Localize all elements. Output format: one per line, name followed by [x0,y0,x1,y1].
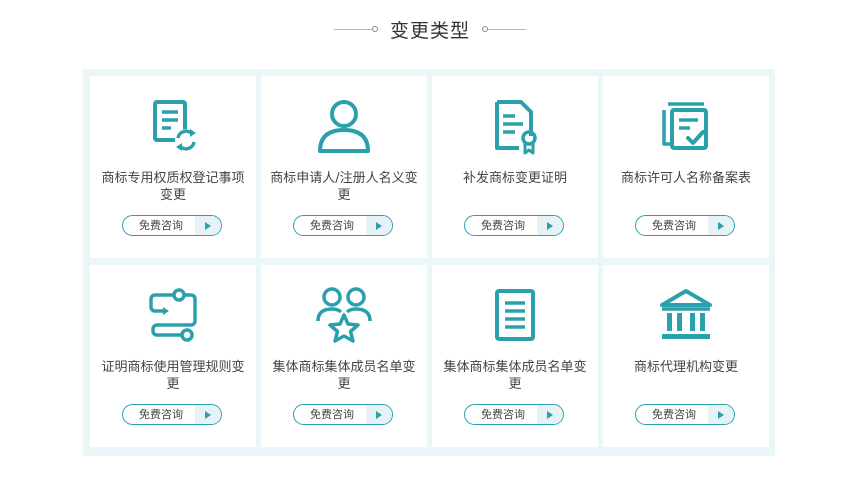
change-type-label: 商标申请人/注册人名义变更 [270,171,418,203]
consult-button-label: 免费咨询 [139,219,183,232]
play-arrow-icon [195,216,221,235]
consult-button-label: 免费咨询 [652,408,696,421]
free-consult-button[interactable]: 免费咨询 [635,404,735,425]
play-arrow-icon [537,216,563,235]
free-consult-button[interactable]: 免费咨询 [293,404,393,425]
play-arrow-icon [366,405,392,424]
change-type-label: 商标许可人名称备案表 [620,171,751,186]
play-arrow-icon [537,405,563,424]
page-title: 变更类型 [389,19,470,42]
change-type-label: 商标代理机构变更 [633,360,738,375]
document-refresh-icon [143,96,203,156]
play-arrow-icon [195,405,221,424]
change-type-card: 集体商标集体成员名单变更 免费咨询 [432,265,598,447]
free-consult-button[interactable]: 免费咨询 [293,215,393,236]
consult-button-label: 免费咨询 [310,408,354,421]
change-type-label: 集体商标集体成员名单变更 [272,360,416,392]
play-arrow-icon [708,216,734,235]
change-type-card: 商标代理机构变更 免费咨询 [603,265,769,447]
bank-building-icon [656,285,716,345]
change-type-label: 证明商标使用管理规则变更 [101,360,245,392]
certificate-icon [485,96,545,156]
list-document-icon [485,285,545,345]
workflow-icon [143,285,203,345]
consult-button-label: 免费咨询 [652,219,696,232]
consult-button-label: 免费咨询 [310,219,354,232]
change-type-card: 商标专用权质权登记事项变更 免费咨询 [90,76,256,258]
title-decoration-left [333,26,378,32]
person-icon [314,96,374,156]
change-type-card: 商标申请人/注册人名义变更 免费咨询 [261,76,427,258]
play-arrow-icon [708,405,734,424]
change-type-card: 补发商标变更证明 免费咨询 [432,76,598,258]
play-arrow-icon [366,216,392,235]
free-consult-button[interactable]: 免费咨询 [464,215,564,236]
change-type-label: 集体商标集体成员名单变更 [443,360,587,392]
group-star-icon [314,285,374,345]
change-type-card: 集体商标集体成员名单变更 免费咨询 [261,265,427,447]
free-consult-button[interactable]: 免费咨询 [122,215,222,236]
change-type-card: 商标许可人名称备案表 免费咨询 [603,76,769,258]
title-decoration-right [482,26,526,32]
change-type-label: 商标专用权质权登记事项变更 [101,171,245,203]
free-consult-button[interactable]: 免费咨询 [464,404,564,425]
document-check-icon [656,96,716,156]
consult-button-label: 免费咨询 [481,219,525,232]
free-consult-button[interactable]: 免费咨询 [122,404,222,425]
change-type-label: 补发商标变更证明 [462,171,567,186]
change-types-grid: 商标专用权质权登记事项变更 免费咨询 商标申请人/注册人名义变更 免费咨询 补发… [90,76,769,447]
consult-button-label: 免费咨询 [139,408,183,421]
section-header: 变更类型 [0,14,860,44]
free-consult-button[interactable]: 免费咨询 [635,215,735,236]
consult-button-label: 免费咨询 [481,408,525,421]
change-type-card: 证明商标使用管理规则变更 免费咨询 [90,265,256,447]
change-types-panel: 商标专用权质权登记事项变更 免费咨询 商标申请人/注册人名义变更 免费咨询 补发… [83,69,775,456]
